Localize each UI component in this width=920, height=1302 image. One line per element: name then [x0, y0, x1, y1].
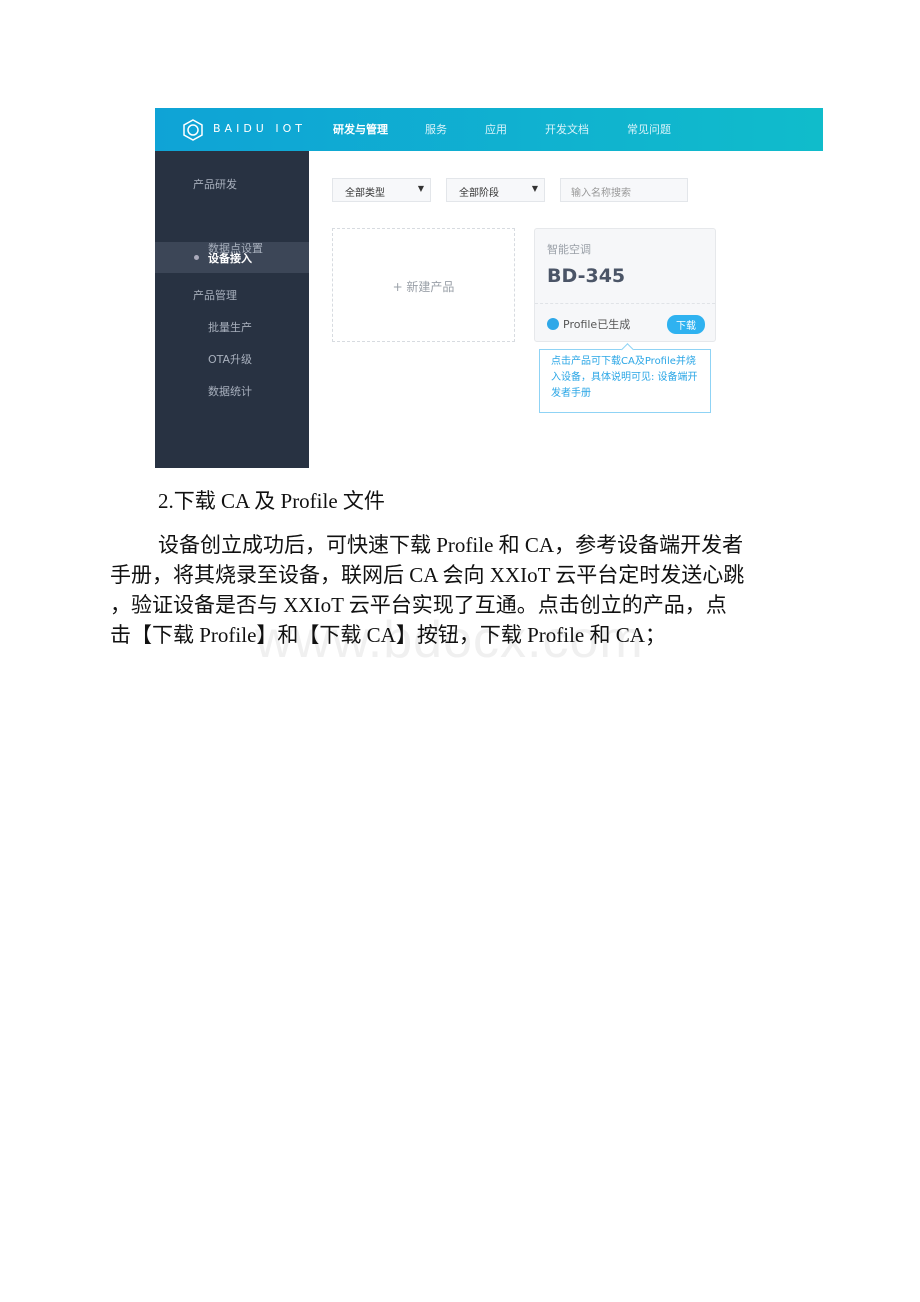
product-name: BD-345 — [547, 265, 626, 287]
paragraph-line: 设备创立成功后，可快速下载 Profile 和 CA，参考设备端开发者 — [158, 533, 744, 557]
sidebar: 产品研发 设备接入 数据点设置 产品管理 批量生产 OTA升级 数据统计 — [155, 151, 309, 468]
sidebar-group-product-dev: 产品研发 — [193, 178, 237, 191]
nav-dev-manage[interactable]: 研发与管理 — [333, 121, 388, 137]
brand-name: BAIDU IOT — [213, 122, 306, 135]
nav-faq[interactable]: 常见问题 — [627, 121, 671, 137]
profile-status-icon — [547, 318, 559, 330]
sidebar-item-stats[interactable]: 数据统计 — [208, 383, 252, 399]
nav-services[interactable]: 服务 — [425, 121, 447, 137]
type-select-value: 全部类型 — [345, 188, 385, 199]
top-nav-bar: BAIDU IOT 研发与管理 服务 应用 开发文档 常见问题 — [155, 108, 823, 151]
paragraph-line: 击【下载 Profile】和【下载 CA】按钮，下载 Profile 和 CA； — [110, 623, 666, 647]
sidebar-item-batch[interactable]: 批量生产 — [208, 319, 252, 335]
sidebar-group-product-manage: 产品管理 — [193, 289, 237, 302]
bullet-icon — [194, 255, 199, 260]
logo-icon — [183, 119, 203, 141]
stage-select-value: 全部阶段 — [459, 188, 499, 199]
nav-docs[interactable]: 开发文档 — [545, 121, 589, 137]
paragraph-line: 手册，将其烧录至设备，联网后 CA 会向 XXIoT 云平台定时发送心跳 — [110, 563, 745, 587]
sidebar-item-datapoints[interactable]: 数据点设置 — [208, 240, 263, 256]
new-product-button[interactable]: + 新建产品 — [332, 228, 515, 342]
caret-down-icon: ▼ — [531, 184, 538, 193]
embedded-screenshot: BAIDU IOT 研发与管理 服务 应用 开发文档 常见问题 产品研发 设备接… — [155, 108, 823, 468]
tooltip: 点击产品可下载CA及Profile并烧入设备，具体说明可见: 设备端开发者手册 — [539, 349, 711, 413]
product-card[interactable]: 智能空调 BD-345 Profile已生成 下载 — [534, 228, 716, 342]
download-button[interactable]: 下载 — [667, 315, 705, 334]
search-input[interactable]: 输入名称搜索 — [560, 178, 688, 202]
product-category: 智能空调 — [547, 243, 591, 256]
profile-status: Profile已生成 — [563, 318, 631, 331]
divider — [535, 303, 715, 304]
paragraph-line: ，验证设备是否与 XXIoT 云平台实现了互通。点击创立的产品，点 — [110, 593, 727, 617]
section-heading: 2.下载 CA 及 Profile 文件 — [158, 489, 385, 513]
stage-select[interactable]: 全部阶段 ▼ — [446, 178, 545, 202]
nav-apps[interactable]: 应用 — [485, 121, 507, 137]
type-select[interactable]: 全部类型 ▼ — [332, 178, 431, 202]
sidebar-item-ota[interactable]: OTA升级 — [208, 351, 252, 367]
caret-down-icon: ▼ — [417, 184, 424, 193]
